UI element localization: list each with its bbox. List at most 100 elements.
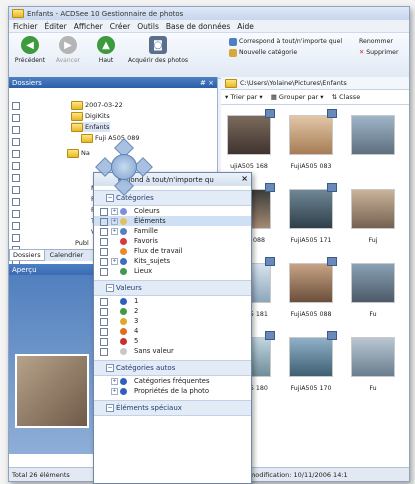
folder-checkbox[interactable]	[12, 150, 20, 158]
address-bar[interactable]: C:\Users\Yolaine\Pictures\Enfants	[221, 77, 409, 90]
menu-afficher[interactable]: Afficher	[74, 22, 103, 31]
category-item[interactable]: + Coleurs	[94, 206, 251, 216]
heart-icon	[120, 238, 127, 245]
thumbnail-caption: Fu	[369, 311, 377, 318]
folder-checkbox[interactable]	[12, 138, 20, 146]
thumbnail[interactable]: FujiA505 088	[283, 255, 339, 331]
folder-checkbox[interactable]	[12, 174, 20, 182]
rename-button[interactable]: Renommer	[359, 36, 393, 47]
delete-label: Supprimer	[366, 49, 399, 56]
category-checkbox[interactable]	[100, 238, 108, 246]
category-label: Éléments	[134, 217, 166, 225]
forward-button[interactable]: ▶ Avancer	[50, 36, 86, 64]
auto-category-item[interactable]: + Propriétés de la photo	[94, 386, 251, 396]
expand-icon[interactable]: +	[111, 258, 118, 265]
folder-checkbox[interactable]	[12, 114, 20, 122]
rating-item[interactable]: Sans valeur	[94, 346, 251, 356]
tree-item[interactable]: Publ	[75, 238, 89, 248]
menu-fichier[interactable]: Fichier	[13, 22, 38, 31]
category-checkbox[interactable]	[100, 208, 108, 216]
acquire-button[interactable]: ◙ Acquérir des photos	[126, 36, 190, 64]
tab-dossiers[interactable]: Dossiers	[9, 250, 45, 261]
thumbnail[interactable]: FujiA505 170	[283, 329, 339, 405]
rating-checkbox[interactable]	[100, 318, 108, 326]
folder-checkbox[interactable]	[12, 102, 20, 110]
section-categories[interactable]: − Catégories	[94, 190, 251, 206]
category-item-selected[interactable]: + Éléments	[94, 216, 251, 226]
category-item[interactable]: + Kits_sujets	[94, 256, 251, 266]
folder-checkbox[interactable]	[12, 162, 20, 170]
section-special-items[interactable]: − Éléments spéciaux	[94, 400, 251, 416]
group-button[interactable]: ▦ Grouper par ▾	[271, 93, 324, 101]
category-badge-icon	[265, 331, 275, 340]
category-label: Coleurs	[134, 207, 160, 215]
tree-item-selected[interactable]: Enfants	[71, 122, 110, 132]
rating-checkbox[interactable]	[100, 338, 108, 346]
thumbnail[interactable]: FujiA505 083	[283, 107, 339, 183]
category-item[interactable]: + Famille	[94, 226, 251, 236]
nav-center-icon[interactable]	[111, 154, 137, 180]
category-checkbox[interactable]	[100, 248, 108, 256]
panel-pin-close[interactable]: # ×	[200, 79, 214, 87]
rating-checkbox[interactable]	[100, 298, 108, 306]
filter-button[interactable]: ⇅ Classe	[332, 93, 361, 101]
category-checkbox[interactable]	[100, 218, 108, 226]
rating-item[interactable]: 2	[94, 306, 251, 316]
tab-calendrier[interactable]: Calendrier	[47, 250, 87, 261]
sort-button[interactable]: ▾ Trier par ▾	[225, 93, 263, 101]
auto-category-item[interactable]: + Catégories fréquentes	[94, 376, 251, 386]
delete-button[interactable]: ✕ Supprimer	[359, 47, 399, 58]
close-icon[interactable]: ×	[241, 174, 248, 183]
thumbnail[interactable]: Fuj	[345, 181, 401, 257]
tree-item[interactable]: Na	[67, 148, 90, 158]
thumbnail[interactable]: Fu	[345, 329, 401, 405]
thumbnail[interactable]	[345, 107, 401, 183]
section-auto-categories[interactable]: − Catégories autos	[94, 360, 251, 376]
menu-base-de-donnees[interactable]: Base de données	[166, 22, 230, 31]
thumbnail[interactable]: Fu	[345, 255, 401, 331]
rating-label: 3	[134, 317, 139, 325]
menu-creer[interactable]: Créer	[110, 22, 130, 31]
thumbnail[interactable]: FujiA505 171	[283, 181, 339, 257]
folder-checkbox[interactable]	[12, 222, 20, 230]
expand-icon[interactable]: +	[111, 228, 118, 235]
tree-item[interactable]: 2007-03-22	[71, 100, 123, 110]
category-checkbox[interactable]	[100, 228, 108, 236]
thumbnail-image	[351, 115, 395, 155]
tree-item[interactable]: DigiKits	[71, 111, 110, 121]
rating-checkbox[interactable]	[100, 308, 108, 316]
category-item[interactable]: Lieux	[94, 266, 251, 276]
menu-outils[interactable]: Outils	[137, 22, 159, 31]
rating-checkbox[interactable]	[100, 328, 108, 336]
folder-checkbox[interactable]	[12, 234, 20, 242]
folder-checkbox[interactable]	[12, 126, 20, 134]
category-badge-icon	[327, 331, 337, 340]
navigation-pad[interactable]	[95, 138, 153, 196]
category-checkbox[interactable]	[100, 258, 108, 266]
category-icon	[120, 208, 127, 215]
expand-icon[interactable]: +	[111, 388, 118, 395]
menu-aide[interactable]: Aide	[237, 22, 254, 31]
section-values[interactable]: − Valeurs	[94, 280, 251, 296]
up-button[interactable]: ▲ Haut	[88, 36, 124, 64]
back-button[interactable]: ◀ Précédent	[12, 36, 48, 64]
rating-checkbox[interactable]	[100, 348, 108, 356]
rating-item[interactable]: 3	[94, 316, 251, 326]
category-icon	[120, 258, 127, 265]
expand-icon[interactable]: +	[111, 218, 118, 225]
category-label: Famille	[134, 227, 158, 235]
rating-item[interactable]: 1	[94, 296, 251, 306]
category-item[interactable]: Favoris	[94, 236, 251, 246]
rating-item[interactable]: 4	[94, 326, 251, 336]
collapse-icon: −	[106, 284, 114, 292]
folder-checkbox[interactable]	[12, 186, 20, 194]
folder-checkbox[interactable]	[12, 210, 20, 218]
menu-editer[interactable]: Éditer	[45, 22, 67, 31]
expand-icon[interactable]: +	[111, 378, 118, 385]
category-item[interactable]: Flux de travail	[94, 246, 251, 256]
section-label: Valeurs	[116, 284, 142, 292]
category-checkbox[interactable]	[100, 268, 108, 276]
expand-icon[interactable]: +	[111, 208, 118, 215]
rating-item[interactable]: 5	[94, 336, 251, 346]
folder-checkbox[interactable]	[12, 198, 20, 206]
